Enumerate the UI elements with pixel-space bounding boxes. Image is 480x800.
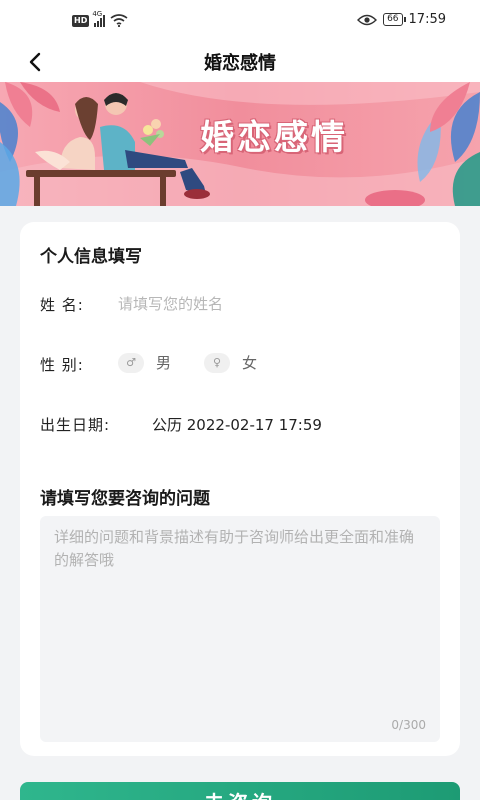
gender-option-label: 女	[242, 354, 258, 372]
question-box: 0/300	[40, 516, 440, 742]
name-label: 姓 名:	[40, 296, 84, 314]
personal-info-title: 个人信息填写	[40, 247, 142, 267]
battery-level: 66	[387, 14, 399, 24]
banner: 婚恋感情	[0, 82, 480, 206]
gender-option-label: 男	[156, 354, 172, 372]
question-title: 请填写您要咨询的问题	[40, 489, 210, 509]
gender-option-female[interactable]: ♀ 女	[204, 352, 257, 373]
battery-icon: 66	[383, 13, 407, 26]
hd-badge: HD	[72, 14, 90, 27]
nav-bar: 婚恋感情	[0, 44, 480, 82]
status-left: HD 4G	[72, 10, 128, 27]
female-icon: ♀	[204, 352, 230, 373]
status-bar: HD 4G 66 17:59	[0, 0, 480, 44]
banner-title: 婚恋感情	[200, 118, 348, 158]
form-card: 个人信息填写 姓 名: 性 别: ♂ 男 ♀ 女 出生日期: 公历 2022-0…	[20, 222, 460, 756]
question-textarea[interactable]	[40, 516, 440, 706]
gender-label: 性 别:	[40, 356, 84, 374]
signal-icon: 4G	[92, 10, 106, 27]
network-type: 4G	[92, 9, 103, 18]
consult-button[interactable]: 去咨询	[20, 782, 460, 800]
char-counter: 0/300	[391, 718, 426, 732]
eye-icon	[357, 14, 378, 25]
gender-option-male[interactable]: ♂ 男	[118, 352, 171, 373]
male-icon: ♂	[118, 352, 144, 373]
page-title: 婚恋感情	[204, 53, 276, 74]
status-right: 66 17:59	[357, 12, 446, 27]
birth-date-label: 出生日期:	[40, 416, 111, 434]
status-time: 17:59	[408, 12, 446, 27]
wifi-icon	[110, 14, 128, 27]
birth-date-picker[interactable]: 公历 2022-02-17 17:59	[152, 414, 322, 435]
name-input[interactable]	[118, 292, 418, 316]
